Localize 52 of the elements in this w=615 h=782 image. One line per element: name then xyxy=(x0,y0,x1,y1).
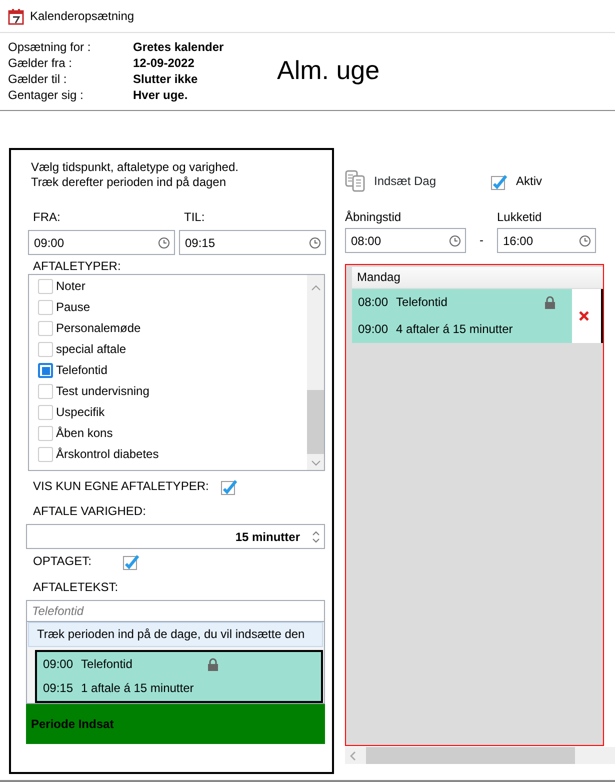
summary-label: Gentager sig : xyxy=(8,88,84,104)
schedule-heading: Alm. uge xyxy=(277,57,380,87)
appointment-summary: 4 aftaler á 15 minutter xyxy=(396,322,513,337)
time-field[interactable]: 09:00 xyxy=(28,230,175,255)
own-types-label: VIS KUN EGNE AFTALETYPER: xyxy=(33,479,209,494)
time-text: 09:00 xyxy=(43,656,74,672)
drag-hint: Træk perioden ind på de dage, du vil indsætte den xyxy=(28,622,323,647)
time-field[interactable]: 08:00 xyxy=(345,228,466,253)
type-label[interactable]: Personalemøde xyxy=(56,321,141,336)
type-label[interactable]: Uspecifik xyxy=(56,405,105,420)
status-text: Periode Indsat xyxy=(31,716,114,732)
time-field[interactable]: 16:00 xyxy=(497,228,596,253)
duration-field[interactable]: 15 minutter xyxy=(26,524,325,549)
text-label: AFTALETEKST: xyxy=(32,580,120,595)
time-field[interactable]: 09:15 xyxy=(179,230,326,255)
to-label: TIL: xyxy=(183,210,206,225)
summary-label: Gælder til : xyxy=(8,72,68,88)
type-label[interactable]: Åben kons xyxy=(56,426,113,441)
summary-value: 12-09-2022 xyxy=(133,56,196,72)
summary-value: Hver uge. xyxy=(133,88,189,104)
type-label[interactable]: Noter xyxy=(56,279,86,294)
duration-label: AFTALE VARIGHED: xyxy=(32,504,147,519)
busy-label: OPTAGET: xyxy=(33,554,92,569)
summary-value: Slutter ikke xyxy=(133,72,199,88)
active-label: Aktiv xyxy=(516,174,542,188)
appointment-title: Telefontid xyxy=(396,295,448,310)
type-label[interactable]: Test undervisning xyxy=(56,384,150,399)
time-text: 09:00 xyxy=(358,322,388,337)
separator-text: - xyxy=(478,233,484,249)
appointment-card[interactable]: 09:00 Telefontid 09:15 1 aftale á 15 minutter xyxy=(35,650,323,703)
text-field[interactable]: Telefontid xyxy=(26,600,325,622)
insert-day-button[interactable]: Indsæt Dag xyxy=(345,170,436,192)
instruction-text: Vælg tidspunkt, aftaletype og varighed. xyxy=(31,160,240,175)
from-label: FRA: xyxy=(32,210,62,225)
instruction-text: Træk derefter perioden ind på dagen xyxy=(31,175,228,190)
appointment-summary: 1 aftale á 15 minutter xyxy=(81,681,194,696)
opening-label: Åbningstid xyxy=(345,210,402,225)
closing-label: Lukketid xyxy=(497,210,543,225)
type-label[interactable]: Årskontrol diabetes xyxy=(56,447,159,462)
day-header: Mandag xyxy=(352,267,603,288)
appointment-title: Telefontid xyxy=(81,656,134,672)
summary-label: Gælder fra : xyxy=(8,56,74,72)
window-title: Kalenderopsætning xyxy=(30,8,134,24)
summary-value: Gretes kalender xyxy=(133,40,225,56)
appointment-card[interactable]: 08:00 Telefontid 09:00 4 aftaler á 15 minutter xyxy=(352,289,572,343)
type-label[interactable]: Pause xyxy=(56,300,90,315)
time-text: 08:00 xyxy=(358,295,388,310)
type-label[interactable]: special aftale xyxy=(56,342,126,357)
summary-label: Opsætning for : xyxy=(8,40,92,56)
time-text: 09:15 xyxy=(43,681,74,696)
types-label: AFTALETYPER: xyxy=(32,259,122,274)
type-label[interactable]: Telefontid xyxy=(56,363,108,378)
